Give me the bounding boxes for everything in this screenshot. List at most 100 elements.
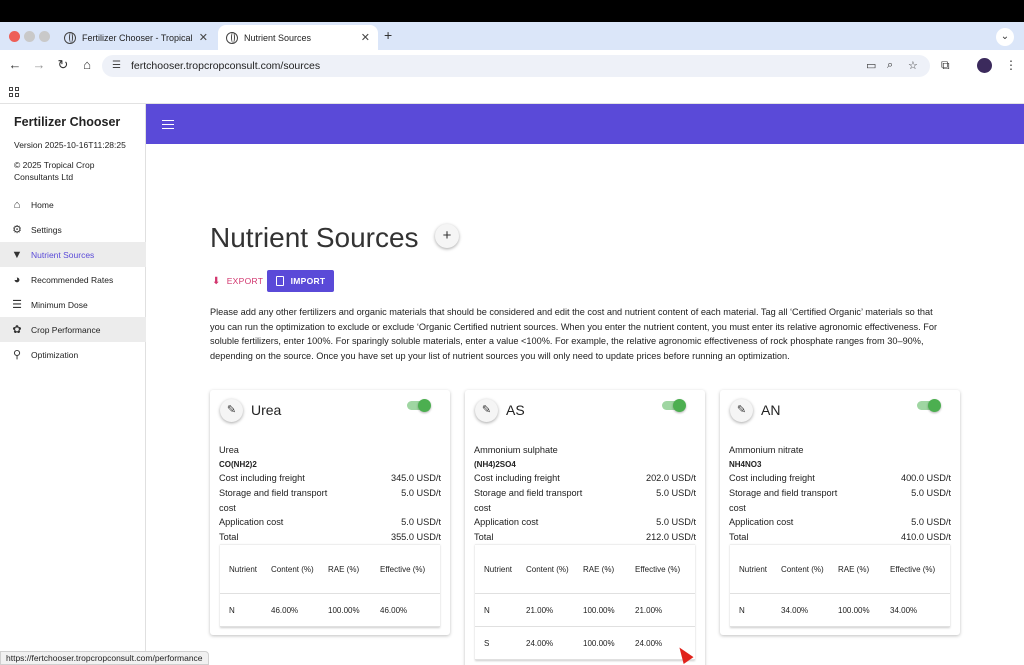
- import-button[interactable]: IMPORT: [267, 270, 334, 292]
- sidebar-item-label: Settings: [31, 224, 62, 235]
- bookmark-bar: [0, 82, 1024, 104]
- export-button[interactable]: ⬇ EXPORT: [212, 272, 263, 290]
- tab-title: Fertilizer Chooser - Tropical C: [82, 32, 193, 43]
- tractor-icon: ⚲: [12, 349, 22, 361]
- source-card-urea: ✎ Urea Urea CO(NH2)2 Cost including frei…: [210, 390, 450, 635]
- url-text[interactable]: fertchooser.tropcropconsult.com/sources: [131, 60, 320, 72]
- table-row: N 46.00% 100.00% 46.00%: [220, 594, 440, 627]
- cost-application-row: Application cost 5.0 USD/t: [219, 517, 441, 527]
- source-formula: CO(NH2)2: [219, 460, 257, 469]
- source-short-name: AS: [506, 402, 525, 418]
- tab-close-icon[interactable]: ✕: [361, 31, 370, 44]
- tab-close-icon[interactable]: ✕: [199, 31, 208, 44]
- forward-icon[interactable]: →: [31, 57, 47, 73]
- extensions-icon[interactable]: ⧉: [941, 58, 950, 73]
- sidebar-item-recommended-rates[interactable]: ◕ Recommended Rates: [0, 267, 146, 292]
- sidebar-item-settings[interactable]: ⚙ Settings: [0, 217, 146, 242]
- globe-icon: [226, 31, 238, 44]
- pie-chart-icon: ◕: [13, 273, 21, 286]
- sidebar-item-optimization[interactable]: ⚲ Optimization: [0, 342, 146, 367]
- source-formula: NH4NO3: [729, 460, 762, 469]
- page-title: Nutrient Sources: [210, 222, 419, 253]
- cost-total-row: Total 410.0 USD/t: [729, 532, 951, 542]
- browser-tab-nutrient-sources[interactable]: Nutrient Sources ✕: [218, 25, 378, 50]
- tab-title: Nutrient Sources: [244, 32, 312, 43]
- source-short-name: Urea: [251, 402, 282, 418]
- source-card-an: ✎ AN Ammonium nitrate NH4NO3 Cost includ…: [720, 390, 960, 635]
- cost-freight-row: Cost including freight 202.0 USD/t: [474, 473, 696, 483]
- cost-freight-row: Cost including freight 400.0 USD/t: [729, 473, 951, 483]
- download-icon: ⬇: [212, 275, 221, 287]
- enabled-toggle[interactable]: [407, 399, 431, 412]
- sidebar-item-crop-performance[interactable]: ✿ Crop Performance: [0, 317, 146, 342]
- source-card-as: ✎ AS Ammonium sulphate (NH4)2SO4 Cost in…: [465, 390, 705, 665]
- sidebar-item-label: Minimum Dose: [31, 299, 88, 310]
- tune-icon[interactable]: ☰: [112, 60, 121, 71]
- filter-icon: ▼: [11, 248, 23, 261]
- table-row: S 24.00% 100.00% 24.00%: [475, 627, 695, 660]
- cost-application-row: Application cost 5.0 USD/t: [474, 517, 696, 527]
- menu-icon[interactable]: ⋮: [1005, 58, 1017, 72]
- status-bar-url: https://fertchooser.tropcropconsult.com/…: [0, 651, 209, 665]
- apps-icon[interactable]: [9, 87, 19, 97]
- hamburger-menu-icon[interactable]: [162, 120, 174, 129]
- cost-freight-row: Cost including freight 345.0 USD/t: [219, 473, 441, 483]
- home-icon[interactable]: ⌂: [79, 57, 95, 73]
- cost-total-row: Total 355.0 USD/t: [219, 532, 441, 542]
- table-row: N 34.00% 100.00% 34.00%: [730, 594, 950, 627]
- cost-application-row: Application cost 5.0 USD/t: [729, 517, 951, 527]
- address-bar[interactable]: ☰ fertchooser.tropcropconsult.com/source…: [102, 55, 930, 77]
- app-title: Fertilizer Chooser: [14, 115, 121, 129]
- table-header: Nutrient Content (%) RAE (%) Effective (…: [220, 545, 440, 594]
- source-formula: (NH4)2SO4: [474, 460, 516, 469]
- checklist-icon: ☰: [12, 299, 22, 311]
- sidebar-item-minimum-dose[interactable]: ☰ Minimum Dose: [0, 292, 146, 317]
- new-tab-button[interactable]: +: [384, 27, 392, 43]
- sidebar-item-label: Optimization: [31, 349, 79, 360]
- gear-icon: ⚙: [12, 224, 22, 236]
- reload-icon[interactable]: ↻: [55, 57, 71, 73]
- enabled-toggle[interactable]: [917, 399, 941, 412]
- main-content: Nutrient Sources + ⬇ EXPORT IMPORT Pleas…: [146, 144, 1024, 665]
- zoom-icon[interactable]: ⌕: [887, 59, 893, 72]
- home-icon: ⌂: [13, 198, 21, 211]
- sidebar-item-label: Home: [31, 199, 54, 210]
- cost-storage-row: Storage and field transport cost 5.0 USD…: [474, 488, 696, 513]
- sidebar-item-nutrient-sources[interactable]: ▼ Nutrient Sources: [0, 242, 146, 267]
- add-source-button[interactable]: +: [435, 224, 459, 248]
- import-label: IMPORT: [290, 276, 326, 286]
- back-icon[interactable]: ←: [7, 57, 23, 73]
- edit-icon[interactable]: ✎: [475, 399, 498, 422]
- sidebar-item-label: Nutrient Sources: [31, 249, 95, 260]
- screen-top-bar: [0, 0, 1024, 22]
- source-name: Ammonium sulphate: [474, 445, 558, 455]
- profile-icon[interactable]: [977, 58, 992, 73]
- intro-text: Please add any other fertilizers and org…: [210, 307, 938, 361]
- star-icon[interactable]: ☆: [908, 59, 918, 72]
- nutrient-table: Nutrient Content (%) RAE (%) Effective (…: [730, 544, 950, 627]
- file-icon: [275, 276, 284, 286]
- sidebar: Fertilizer Chooser Version 2025-10-16T11…: [0, 104, 146, 665]
- cost-storage-row: Storage and field transport cost 5.0 USD…: [219, 488, 441, 513]
- browser-tab-fertilizer-chooser[interactable]: Fertilizer Chooser - Tropical C ✕: [56, 25, 216, 50]
- sidebar-item-label: Crop Performance: [31, 324, 101, 335]
- sidebar-item-home[interactable]: ⌂ Home: [0, 192, 146, 217]
- enabled-toggle[interactable]: [662, 399, 686, 412]
- edit-icon[interactable]: ✎: [730, 399, 753, 422]
- edit-icon[interactable]: ✎: [220, 399, 243, 422]
- install-icon[interactable]: ▭: [866, 59, 876, 72]
- table-header: Nutrient Content (%) RAE (%) Effective (…: [730, 545, 950, 594]
- minimize-window-button[interactable]: [24, 31, 35, 42]
- tab-strip: Fertilizer Chooser - Tropical C ✕ Nutrie…: [0, 22, 1024, 50]
- close-window-button[interactable]: [9, 31, 20, 42]
- app-bar: [146, 104, 1024, 144]
- source-short-name: AN: [761, 402, 781, 418]
- tab-search-icon[interactable]: ⌄: [996, 28, 1014, 46]
- crop-icon: ✿: [12, 324, 22, 336]
- table-row: N 21.00% 100.00% 21.00%: [475, 594, 695, 627]
- maximize-window-button[interactable]: [39, 31, 50, 42]
- globe-icon: [64, 31, 76, 44]
- source-name: Urea: [219, 445, 239, 455]
- table-header: Nutrient Content (%) RAE (%) Effective (…: [475, 545, 695, 594]
- source-name: Ammonium nitrate: [729, 445, 804, 455]
